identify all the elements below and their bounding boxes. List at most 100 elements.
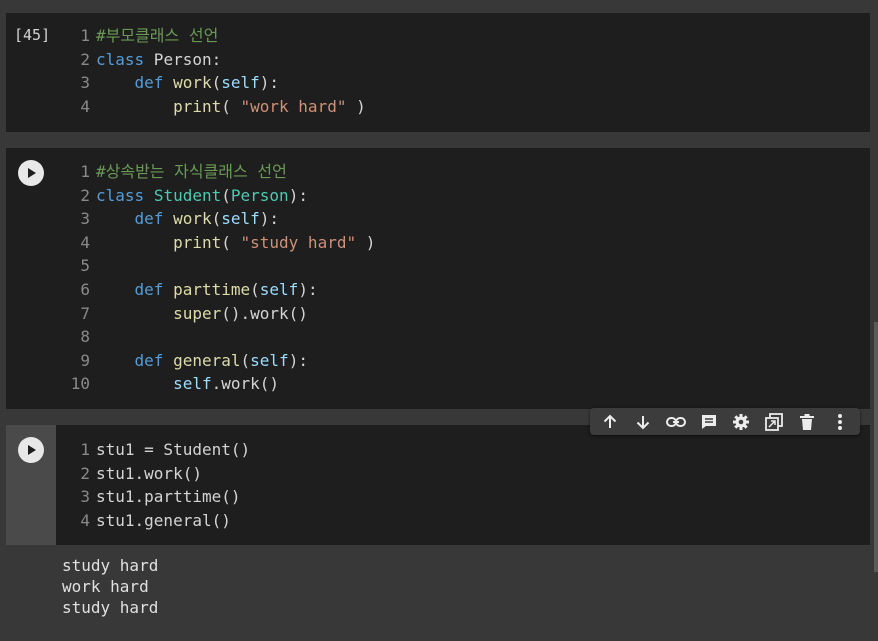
- move-cell-down-button[interactable]: [630, 410, 656, 434]
- cell-gutter: [6, 425, 56, 545]
- code-token: self: [173, 374, 212, 394]
- code-line[interactable]: 2 class Student(Person):: [62, 184, 862, 208]
- delete-cell-button[interactable]: [794, 410, 820, 434]
- code-token: (: [240, 350, 251, 370]
- execution-count: [45]: [14, 26, 51, 44]
- cell-toolbar: [590, 408, 860, 435]
- code-line[interactable]: 3 stu1.parttime(): [62, 485, 862, 509]
- code-token: (: [211, 209, 222, 229]
- copy-link-button[interactable]: [663, 410, 689, 434]
- line-number: 3: [80, 209, 90, 229]
- code-editor[interactable]: 1 #부모클래스 선언 2 class Person: 3 def work(self)…: [62, 24, 862, 118]
- code-token: self: [221, 209, 260, 229]
- link-icon: [665, 416, 686, 427]
- play-icon: [28, 168, 36, 178]
- line-source: super().work(): [96, 302, 308, 326]
- add-comment-button[interactable]: [696, 410, 722, 434]
- line-source: def work(self):: [96, 207, 280, 231]
- scrollbar[interactable]: [874, 322, 878, 572]
- code-line[interactable]: 3 def work(self):: [62, 207, 862, 231]
- code-line[interactable]: 4 stu1.general(): [62, 509, 862, 533]
- run-cell-button[interactable]: [18, 437, 44, 463]
- line-source: #부모클래스 선언: [96, 24, 218, 48]
- code-token: self: [259, 279, 299, 299]
- line-number: 10: [70, 374, 90, 394]
- line-source: self.work(): [96, 372, 279, 396]
- more-vert-icon: [837, 413, 842, 430]
- code-token: #상속받는 자식클래스 선언: [96, 162, 287, 181]
- code-token: ):: [298, 279, 318, 299]
- code-line[interactable]: 1 #부모클래스 선언: [62, 24, 862, 48]
- line-source: class Person:: [96, 48, 221, 72]
- code-line[interactable]: 4 print( "work hard" ): [62, 95, 862, 119]
- line-number: 3: [80, 73, 90, 93]
- code-line[interactable]: 4 print( "study hard" ): [62, 231, 862, 255]
- move-cell-up-button[interactable]: [597, 410, 623, 434]
- code-token: (: [211, 73, 222, 93]
- line-number: 2: [80, 49, 90, 69]
- code-token: ): [346, 96, 366, 116]
- cell-settings-button[interactable]: [728, 410, 754, 434]
- code-cell-2[interactable]: 1 #상속받는 자식클래스 선언 2 class Student(Person): 3 …: [6, 148, 870, 409]
- output-line: study hard: [62, 598, 159, 617]
- code-token: class: [96, 185, 145, 205]
- line-number: 1: [80, 162, 90, 181]
- arrow-up-icon: [604, 414, 617, 428]
- run-cell-button[interactable]: [18, 160, 44, 186]
- line-source: stu1.parttime(): [96, 485, 241, 509]
- code-token: ): [356, 232, 376, 252]
- cell-gutter: [6, 148, 56, 409]
- line-source: stu1.general(): [96, 509, 231, 533]
- code-cell-1[interactable]: [45] 1 #부모클래스 선언 2 class Person: 3 def work(…: [6, 13, 870, 132]
- code-token: .work(): [211, 374, 280, 394]
- mirror-cell-button[interactable]: [761, 410, 787, 434]
- code-token: self: [221, 73, 260, 93]
- code-token: stu1 = Student(): [96, 440, 251, 459]
- code-editor[interactable]: 1 stu1 = Student() 2 stu1.work() 3 stu1.partt…: [62, 438, 862, 532]
- line-source: def work(self):: [96, 71, 280, 95]
- code-token: def: [134, 209, 164, 229]
- code-line[interactable]: 3 def work(self):: [62, 71, 862, 95]
- line-number: 9: [80, 350, 90, 370]
- code-token: ):: [288, 350, 308, 370]
- output-line: work hard: [62, 577, 149, 596]
- code-token: "work hard": [240, 96, 347, 116]
- code-line[interactable]: 10 self.work(): [62, 372, 862, 396]
- trash-icon: [799, 413, 814, 430]
- line-source: stu1 = Student(): [96, 438, 250, 462]
- code-token: super: [173, 303, 222, 323]
- arrow-down-icon: [636, 415, 650, 429]
- code-token: parttime: [173, 279, 251, 299]
- code-token: ):: [259, 209, 280, 229]
- code-line[interactable]: 6 def parttime(self):: [62, 278, 862, 302]
- code-token: (: [250, 279, 260, 299]
- code-line[interactable]: 2 class Person:: [62, 48, 862, 72]
- code-line[interactable]: 7 super().work(): [62, 302, 862, 326]
- mirror-cell-icon: [765, 412, 784, 431]
- code-line[interactable]: 1 stu1 = Student(): [62, 438, 862, 462]
- code-cell-3[interactable]: 1 stu1 = Student() 2 stu1.work() 3 stu1.partt…: [6, 425, 870, 545]
- code-token: def: [134, 350, 164, 370]
- code-editor[interactable]: 1 #상속받는 자식클래스 선언 2 class Student(Person): 3 …: [62, 160, 862, 396]
- code-token: class: [96, 49, 145, 69]
- code-token: general: [173, 350, 241, 370]
- line-number: 2: [80, 185, 90, 205]
- code-token: stu1.parttime(): [96, 487, 241, 507]
- code-line[interactable]: 9 def general(self):: [62, 349, 862, 373]
- code-line[interactable]: 8: [62, 325, 862, 349]
- more-options-button[interactable]: [827, 410, 853, 434]
- code-line[interactable]: 5: [62, 254, 862, 278]
- code-token: (: [221, 232, 241, 252]
- code-line[interactable]: 2 stu1.work(): [62, 462, 862, 486]
- code-line[interactable]: 1 #상속받는 자식클래스 선언: [62, 160, 862, 184]
- line-number: 6: [80, 279, 90, 299]
